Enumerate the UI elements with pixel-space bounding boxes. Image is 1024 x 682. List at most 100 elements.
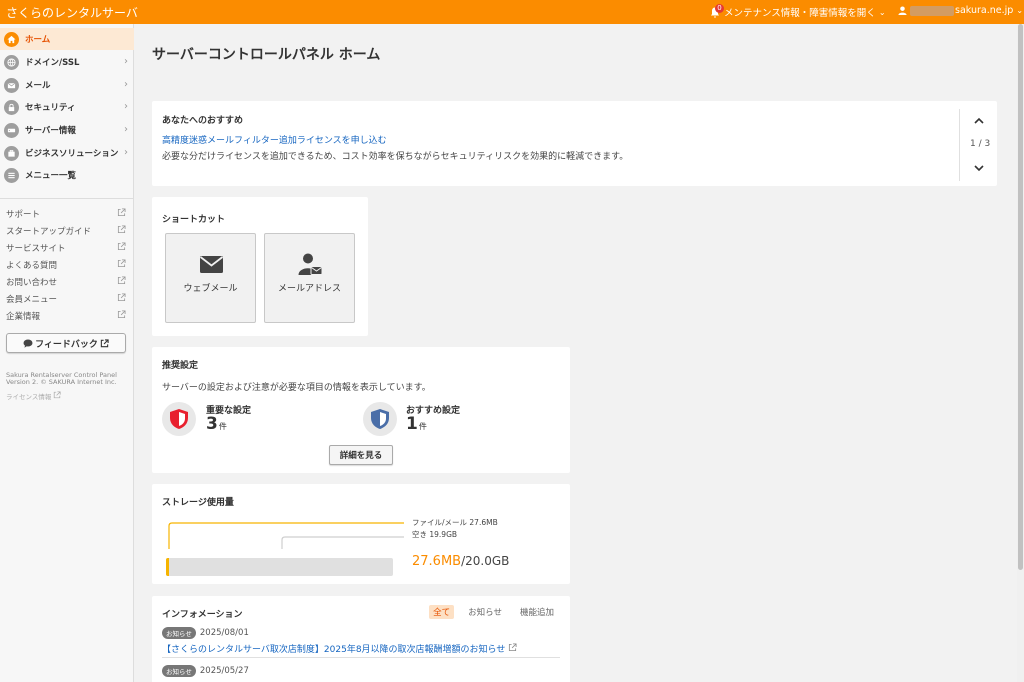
storage-legend-used: ファイル/メール 27.6MB — [412, 518, 498, 527]
feedback-label: フィードバック — [35, 339, 98, 350]
news-date: 2025/05/27 — [199, 666, 249, 676]
link-service-site[interactable]: サービスサイト — [6, 239, 126, 256]
link-support[interactable]: サポート — [6, 205, 126, 222]
sidebar-item-label: サーバー情報 — [25, 126, 76, 136]
recommend-card: あなたへのおすすめ 高精度迷惑メールフィルター追加ライセンスを申し込む 必要な分… — [152, 101, 997, 186]
user-name-redacted — [910, 5, 954, 16]
link-label: お問い合わせ — [6, 277, 58, 288]
sidebar-item-business[interactable]: ビジネスソリューション › — [0, 142, 134, 164]
sidebar-item-label: メール — [25, 81, 51, 91]
link-company-info[interactable]: 企業情報 — [6, 307, 126, 324]
link-startup-guide[interactable]: スタートアップガイド — [6, 222, 126, 239]
storage-capacity: /20.0GB — [461, 554, 510, 568]
maintenance-menu[interactable]: 0 メンテナンス情報・障害情報を開く ⌄ — [710, 3, 886, 19]
count-value: 3 — [206, 414, 218, 434]
link-label: スタートアップガイド — [6, 226, 92, 237]
count-value: 1 — [406, 414, 418, 434]
tab-new-features[interactable]: 機能追加 — [516, 605, 558, 619]
information-title: インフォメーション — [162, 610, 243, 620]
webmail-shortcut[interactable]: ウェブメール — [165, 233, 256, 323]
sidebar-item-domain[interactable]: ドメイン/SSL › — [0, 51, 134, 73]
settings-description: サーバーの設定および注意が必要な項目の情報を表示しています。 — [162, 383, 431, 393]
news-separator — [162, 657, 560, 658]
count-unit: 件 — [218, 422, 227, 431]
storage-used-value: 27.6MB — [412, 554, 462, 569]
sidebar-item-label: ホーム — [25, 35, 51, 45]
link-label: 企業情報 — [6, 311, 41, 322]
feedback-button[interactable]: フィードバック — [6, 333, 126, 353]
external-link-icon — [100, 338, 109, 347]
notification-badge: 0 — [715, 3, 724, 13]
recommended-settings-card: 推奨設定 サーバーの設定および注意が必要な項目の情報を表示しています。 重要な設… — [152, 347, 570, 473]
sidebar-item-security[interactable]: セキュリティ › — [0, 96, 134, 118]
link-label: サービスサイト — [6, 243, 66, 254]
recommend-link[interactable]: 高精度迷惑メールフィルター追加ライセンスを申し込む — [162, 133, 387, 146]
chevron-right-icon: › — [124, 124, 128, 135]
chevron-right-icon: › — [124, 147, 128, 158]
list-icon — [4, 167, 19, 183]
external-link-icon — [117, 310, 126, 319]
sidebar-item-server-info[interactable]: サーバー情報 › — [0, 119, 134, 141]
maintenance-label: メンテナンス情報・障害情報を開く — [724, 8, 876, 19]
external-link-icon — [117, 225, 126, 234]
external-link-icon — [117, 208, 126, 217]
recommend-shield-icon — [363, 402, 397, 436]
link-member-menu[interactable]: 会員メニュー — [6, 290, 126, 307]
external-link-icon — [117, 276, 126, 285]
chevron-down-icon: ⌄ — [878, 7, 886, 17]
link-label: サポート — [6, 209, 41, 220]
mail-icon — [4, 77, 19, 93]
license-link[interactable]: ライセンス情報 — [6, 391, 62, 401]
tab-notices[interactable]: お知らせ — [464, 605, 506, 619]
user-mail-icon — [298, 253, 323, 275]
bell-icon: 0 — [710, 3, 724, 18]
external-link-icon — [117, 259, 126, 268]
important-shield-icon — [162, 402, 196, 436]
sidebar-item-label: セキュリティ — [25, 103, 76, 113]
chevron-up-icon[interactable] — [973, 115, 985, 127]
user-menu[interactable]: sakura.ne.jp ⌄ — [898, 5, 1023, 16]
sidebar-item-label: メニュー一覧 — [25, 171, 77, 181]
sidebar-item-home[interactable]: ホーム — [0, 28, 134, 50]
external-link-icon — [54, 391, 62, 399]
page-indicator: 1 / 3 — [970, 139, 991, 149]
link-label: よくある質問 — [6, 260, 58, 271]
sidebar-item-mail[interactable]: メール › — [0, 74, 134, 96]
view-details-button[interactable]: 詳細を見る — [329, 445, 393, 465]
link-label: 会員メニュー — [6, 294, 58, 305]
storage-bar-used — [166, 558, 169, 576]
envelope-icon — [199, 256, 224, 273]
chevron-down-icon: ⌄ — [1016, 6, 1024, 15]
scrollbar-thumb[interactable] — [1018, 24, 1023, 570]
news-meta: お知らせ 2025/08/01 — [162, 627, 249, 639]
chevron-down-icon[interactable] — [973, 162, 985, 174]
storage-total: 27.6MB/20.0GB — [412, 554, 509, 569]
external-link-icon — [117, 293, 126, 302]
link-contact[interactable]: お問い合わせ — [6, 273, 126, 290]
recommend-pager: 1 / 3 — [959, 109, 997, 181]
storage-bar — [166, 558, 393, 576]
link-faq[interactable]: よくある質問 — [6, 256, 126, 273]
server-icon — [4, 122, 19, 138]
count-unit: 件 — [418, 422, 427, 431]
news-link[interactable]: 【さくらのレンタルサーバ取次店制度】2025年8月以降の取次店報酬増額のお知らせ — [162, 642, 517, 655]
external-link-icon — [509, 643, 517, 652]
news-tag: お知らせ — [162, 627, 196, 639]
mail-address-shortcut[interactable]: メールアドレス — [264, 233, 355, 323]
external-link-icon — [117, 242, 126, 251]
information-card: インフォメーション 全て お知らせ 機能追加 お知らせ 2025/08/01 【… — [152, 596, 570, 682]
user-icon — [898, 6, 907, 15]
webmail-label: ウェブメール — [183, 284, 238, 294]
lock-icon — [4, 99, 19, 115]
copyright: Sakura Rentalserver Control Panel Versio… — [6, 372, 117, 386]
brand-logo[interactable]: さくらのレンタルサーバ — [6, 4, 138, 21]
storage-card: ストレージ使用量 ファイル/メール 27.6MB 空き 19.9GB 27.6M… — [152, 484, 570, 584]
sidebar-item-label: ビジネスソリューション — [25, 149, 119, 159]
storage-legend-free: 空き 19.9GB — [412, 530, 458, 539]
copyright-line: Version 2. © SAKURA Internet Inc. — [6, 378, 117, 386]
tab-all[interactable]: 全て — [429, 605, 455, 619]
sidebar-item-menu-list[interactable]: メニュー一覧 — [0, 164, 134, 186]
briefcase-icon — [4, 145, 19, 161]
recommend-title: あなたへのおすすめ — [162, 116, 244, 126]
page-scrollbar[interactable] — [1017, 24, 1024, 682]
